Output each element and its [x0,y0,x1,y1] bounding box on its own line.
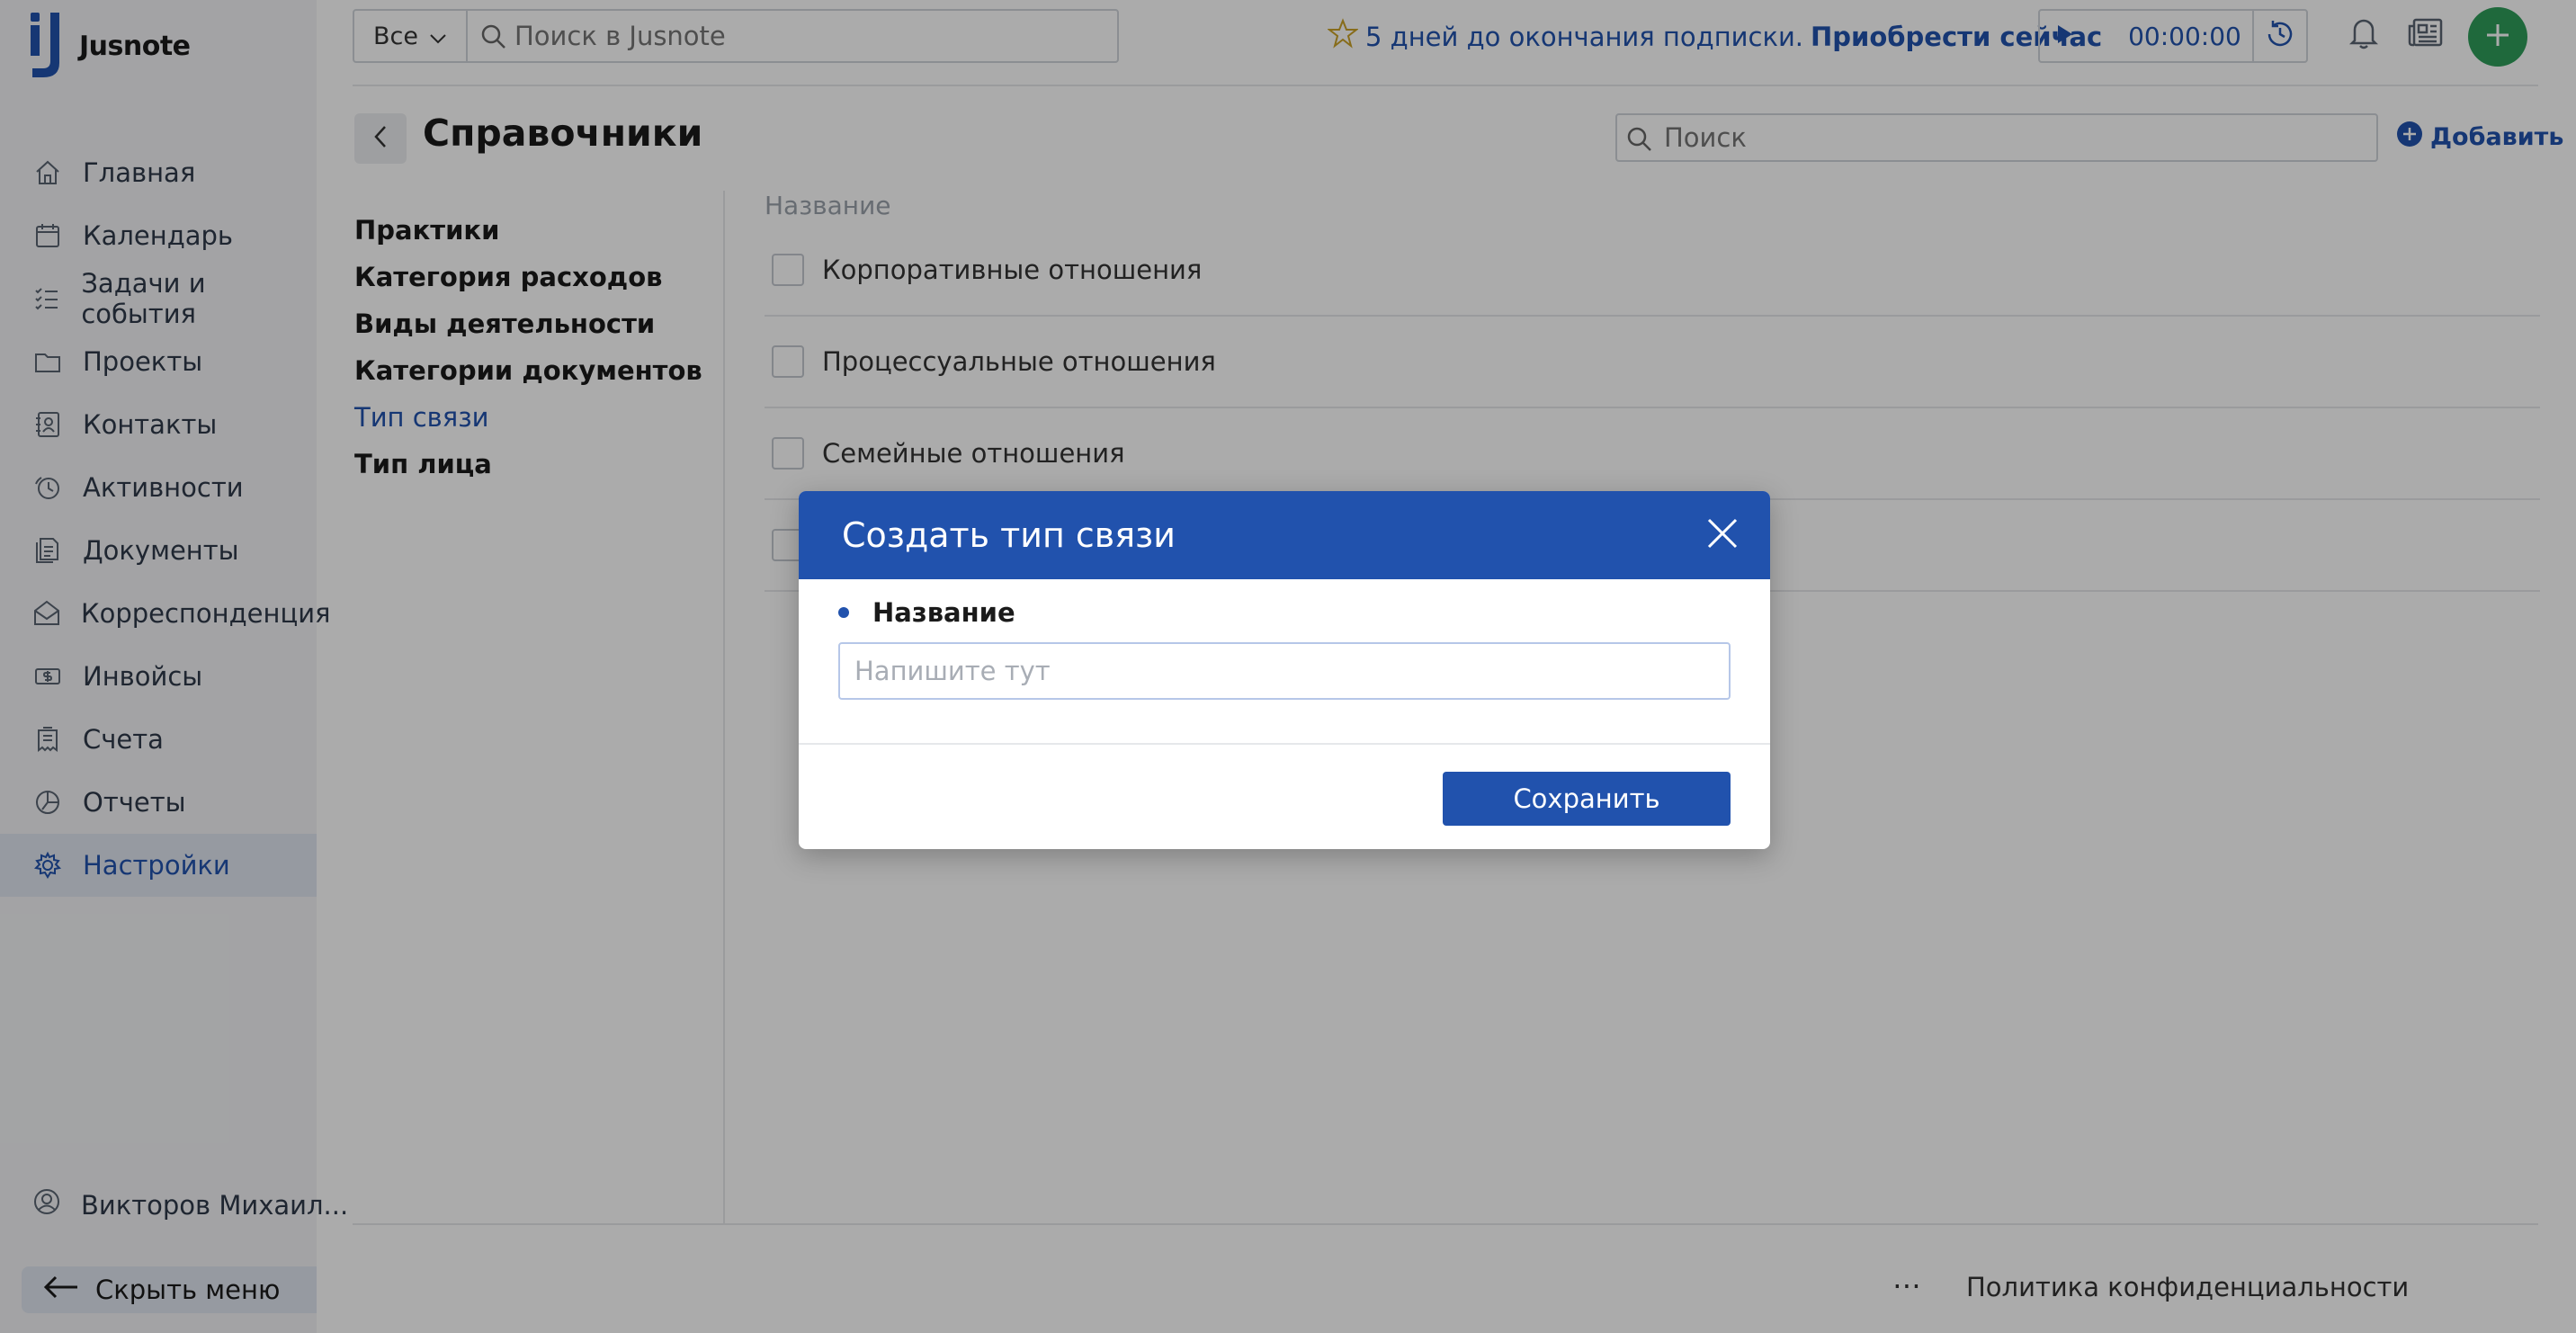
close-button[interactable] [1702,514,1743,556]
create-relation-type-dialog: Создать тип связи Название Сохранить [799,491,1770,849]
required-indicator [838,607,849,618]
name-input[interactable] [838,642,1731,700]
dialog-header: Создать тип связи [799,491,1770,579]
dialog-divider [799,743,1770,745]
save-button[interactable]: Сохранить [1443,772,1731,826]
name-label-text: Название [872,597,1015,628]
dialog-title: Создать тип связи [842,515,1176,555]
close-icon [1706,517,1739,553]
name-field-label: Название [838,597,1015,628]
